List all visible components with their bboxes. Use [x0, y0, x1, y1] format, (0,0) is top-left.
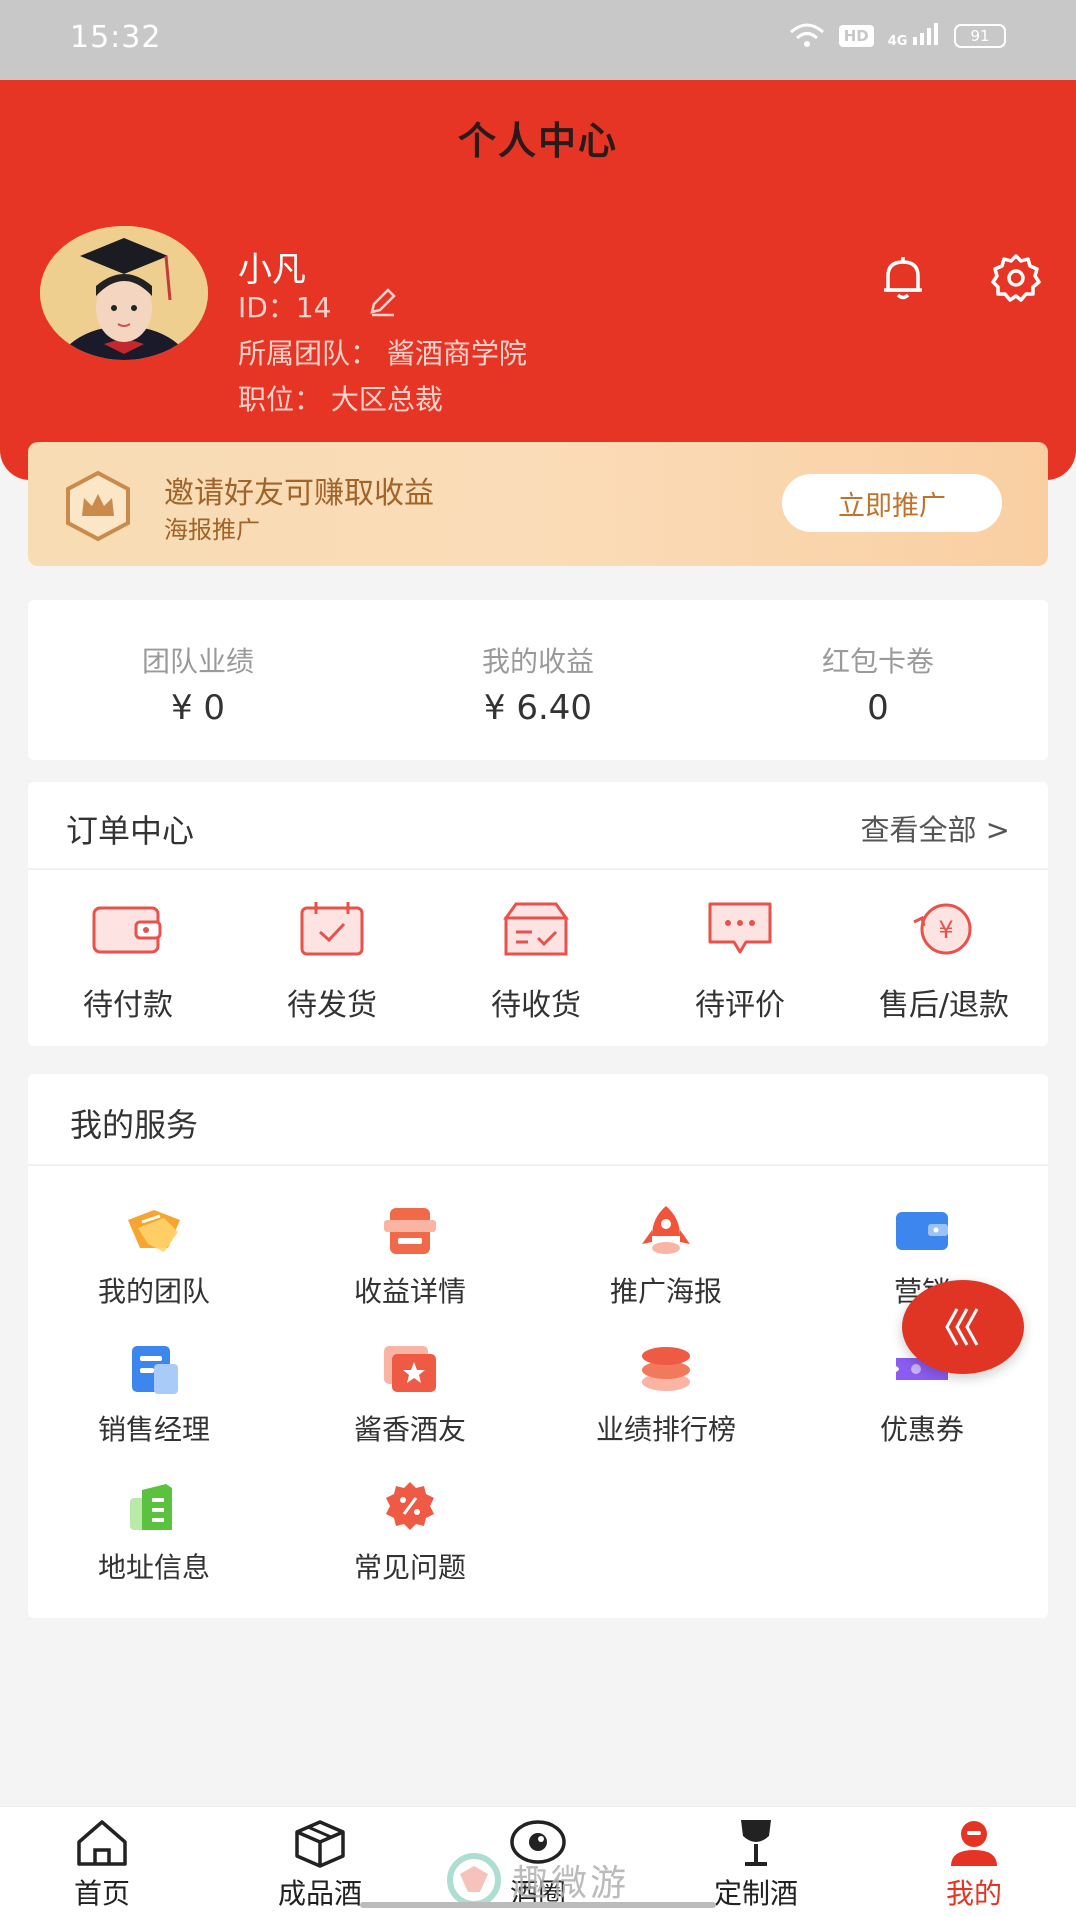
rocket-icon — [642, 1206, 690, 1254]
user-name: 小凡 — [238, 250, 306, 290]
team-icon — [128, 1210, 180, 1252]
service-performance-ranking[interactable]: 业绩排行榜 — [546, 1342, 786, 1448]
signal-icon: 4G — [888, 23, 940, 49]
page-title: 个人中心 — [457, 119, 618, 163]
chevrons-left-icon — [945, 1308, 979, 1346]
order-after-sale-refund[interactable]: ¥ 售后/退款 — [844, 898, 1044, 1024]
tab-home[interactable]: 首页 — [22, 1818, 182, 1912]
order-label: 待收货 — [491, 988, 581, 1023]
order-pending-receipt[interactable]: 待收货 — [436, 898, 636, 1024]
invite-subtitle: 海报推广 — [164, 516, 260, 544]
user-position: 职位： 大区总裁 — [238, 383, 443, 416]
service-label: 收益详情 — [353, 1275, 466, 1308]
tab-finished-wine[interactable]: 成品酒 — [240, 1818, 400, 1912]
stat-label: 红包卡卷 — [821, 645, 934, 678]
home-indicator[interactable] — [360, 1902, 716, 1908]
marketing-icon — [896, 1212, 948, 1250]
wifi-icon — [789, 23, 824, 47]
services-title: 我的服务 — [70, 1106, 199, 1144]
wine-glass-icon — [741, 1820, 771, 1866]
view-all-orders-link[interactable]: 查看全部 > — [860, 807, 1010, 849]
order-label: 售后/退款 — [878, 988, 1010, 1023]
service-label: 常见问题 — [353, 1551, 466, 1584]
crown-icon — [66, 470, 130, 542]
service-jiangxiang-friends[interactable]: 酱香酒友 — [290, 1342, 530, 1448]
star-card-icon — [384, 1346, 436, 1392]
promote-now-button[interactable]: 立即推广 — [782, 474, 1002, 532]
order-pending-shipment[interactable]: 待发货 — [232, 898, 432, 1024]
tab-label: 首页 — [73, 1877, 130, 1910]
address-icon — [130, 1484, 172, 1530]
status-bar: 15:32 HD 4G 91 — [0, 0, 1076, 80]
stat-label: 团队业绩 — [141, 645, 254, 678]
user-id-value: 14 — [295, 291, 332, 324]
watermark: 趣微游 — [446, 1852, 629, 1908]
hd-badge: HD — [838, 25, 874, 47]
floating-collapse-button[interactable] — [902, 1280, 1024, 1374]
svg-text:¥: ¥ — [938, 916, 953, 944]
coin-stack-icon — [642, 1347, 690, 1391]
service-faq[interactable]: 常见问题 — [290, 1480, 530, 1586]
stat-value: ¥ 6.40 — [483, 688, 593, 728]
service-my-team[interactable]: 我的团队 — [34, 1204, 274, 1310]
stat-team-performance[interactable]: 团队业绩 ¥ 0 — [48, 640, 348, 728]
box-icon — [503, 902, 569, 956]
service-sales-manager[interactable]: 销售经理 — [34, 1342, 274, 1448]
divider — [28, 1164, 1048, 1166]
user-id-label: ID： — [238, 291, 296, 324]
order-label: 待评价 — [695, 988, 785, 1023]
refund-icon: ¥ — [913, 903, 972, 955]
watermark-logo-icon — [447, 1853, 501, 1907]
stat-label: 我的收益 — [481, 645, 594, 678]
stat-value: ¥ 0 — [170, 688, 226, 728]
tab-mine[interactable]: 我的 — [894, 1818, 1054, 1912]
signal-label: 4G — [887, 34, 908, 49]
service-label: 推广海报 — [609, 1275, 722, 1308]
avatar[interactable] — [40, 226, 208, 360]
stat-value: 0 — [867, 688, 889, 728]
stat-red-packet-coupons[interactable]: 红包卡卷 0 — [728, 640, 1028, 728]
home-icon — [77, 1820, 127, 1866]
service-label: 我的团队 — [97, 1275, 210, 1308]
stat-my-earnings[interactable]: 我的收益 ¥ 6.40 — [388, 640, 688, 728]
package-icon — [295, 1820, 345, 1868]
battery-icon: 91 — [954, 24, 1006, 48]
status-time: 15:32 — [70, 20, 162, 55]
chat-icon — [708, 902, 772, 954]
calendar-check-icon — [300, 902, 364, 956]
invite-title: 邀请好友可赚取收益 — [164, 476, 434, 511]
service-label: 酱香酒友 — [353, 1413, 466, 1446]
wallet-icon — [92, 906, 162, 954]
service-label: 优惠券 — [879, 1413, 964, 1446]
service-earnings-detail[interactable]: 收益详情 — [290, 1204, 530, 1310]
user-icon — [951, 1821, 997, 1866]
order-label: 待发货 — [287, 988, 377, 1023]
user-id: ID：14 — [238, 286, 331, 326]
service-address-info[interactable]: 地址信息 — [34, 1480, 274, 1586]
document-icon — [132, 1346, 178, 1394]
edit-icon[interactable] — [366, 286, 398, 318]
tab-label: 我的 — [945, 1877, 1002, 1910]
badge-percent-icon — [386, 1482, 434, 1530]
order-pending-payment[interactable]: 待付款 — [28, 898, 228, 1024]
bell-icon[interactable] — [878, 252, 928, 302]
divider — [28, 868, 1048, 870]
tab-custom-wine[interactable]: 定制酒 — [676, 1818, 836, 1912]
order-pending-review[interactable]: 待评价 — [640, 898, 840, 1024]
service-label: 地址信息 — [97, 1551, 210, 1584]
service-label: 业绩排行榜 — [595, 1413, 736, 1446]
service-promo-poster[interactable]: 推广海报 — [546, 1204, 786, 1310]
order-center-title: 订单中心 — [66, 812, 195, 850]
watermark-text: 趣微游 — [512, 1863, 630, 1904]
gear-icon[interactable] — [990, 252, 1042, 304]
user-team: 所属团队： 酱酒商学院 — [238, 337, 527, 370]
service-label: 销售经理 — [97, 1413, 210, 1446]
earnings-icon — [384, 1208, 436, 1254]
order-label: 待付款 — [83, 988, 173, 1023]
